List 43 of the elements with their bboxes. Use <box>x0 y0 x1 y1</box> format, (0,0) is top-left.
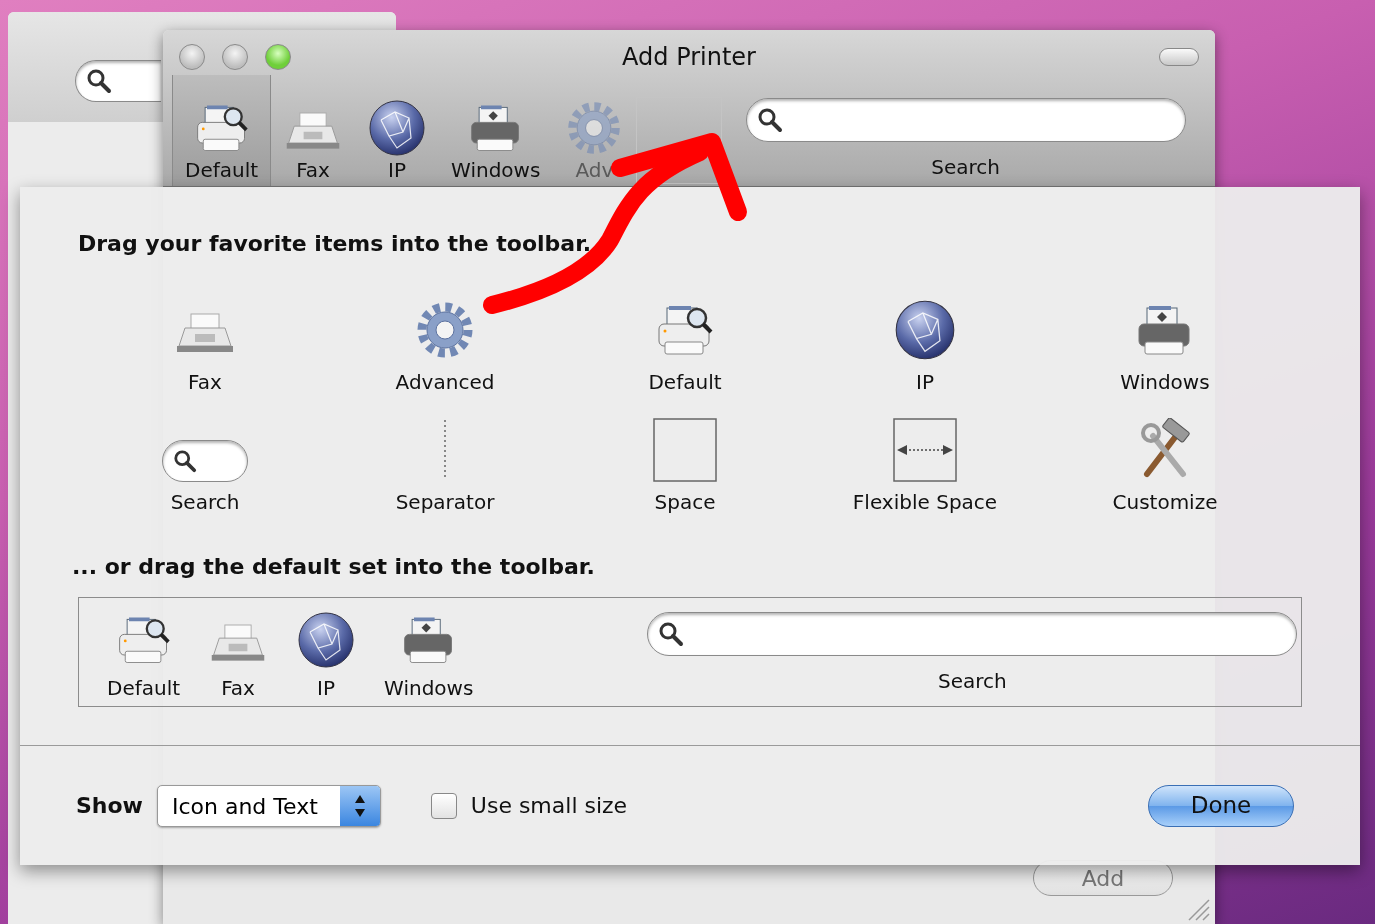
search-field[interactable] <box>75 60 161 102</box>
toolbar-item[interactable]: Default <box>172 75 272 186</box>
search-field[interactable] <box>745 98 1186 142</box>
search-icon <box>86 68 112 94</box>
item-label: IP <box>317 676 336 700</box>
close-button[interactable] <box>179 43 205 70</box>
item-label: Default <box>107 676 181 700</box>
item-label: Customize <box>1112 490 1218 514</box>
item-label: Separator <box>395 490 495 514</box>
toolbar-toggle-button[interactable] <box>1159 47 1199 66</box>
item-label: Flexible Space <box>852 490 998 514</box>
instruction-text: Drag your favorite items into the toolbar. <box>78 230 593 258</box>
done-button[interactable]: Done <box>1148 784 1294 827</box>
item-label: Default <box>648 370 722 394</box>
minimize-button[interactable] <box>222 43 248 70</box>
zoom-button[interactable] <box>265 43 291 70</box>
window-title: Add Printer <box>622 41 756 73</box>
search-icon <box>658 621 685 647</box>
search-icon <box>173 449 197 473</box>
checkbox-label: Use small size <box>470 792 628 820</box>
space-placeholder <box>653 418 717 482</box>
item-label: Space <box>654 490 716 514</box>
search-icon <box>756 107 783 133</box>
item-label: Fax <box>188 370 222 394</box>
item-label: Advanced <box>395 370 495 394</box>
globe-icon <box>893 298 957 362</box>
show-label: Show <box>76 792 143 820</box>
item-label: Windows <box>1120 370 1210 394</box>
toolbar-item[interactable]: Windows <box>439 75 553 186</box>
toolbar-item[interactable]: IP <box>355 75 440 186</box>
item-label: Fax <box>221 676 255 700</box>
display-mode-select[interactable]: Icon and Text <box>156 784 381 827</box>
globe-icon <box>296 610 357 670</box>
item-label: Windows <box>384 676 474 700</box>
instruction-text: ... or drag the default set into the toolbar. <box>72 553 596 581</box>
search-label: Search <box>931 154 1001 181</box>
toolbar-item[interactable]: Fax <box>271 75 356 186</box>
item-label: Search <box>170 490 240 514</box>
flexible-space-icon <box>893 418 957 482</box>
search-label: Search <box>938 668 1007 695</box>
small-size-checkbox[interactable] <box>430 792 457 819</box>
globe-icon <box>367 98 428 158</box>
item-label: IP <box>916 370 934 394</box>
